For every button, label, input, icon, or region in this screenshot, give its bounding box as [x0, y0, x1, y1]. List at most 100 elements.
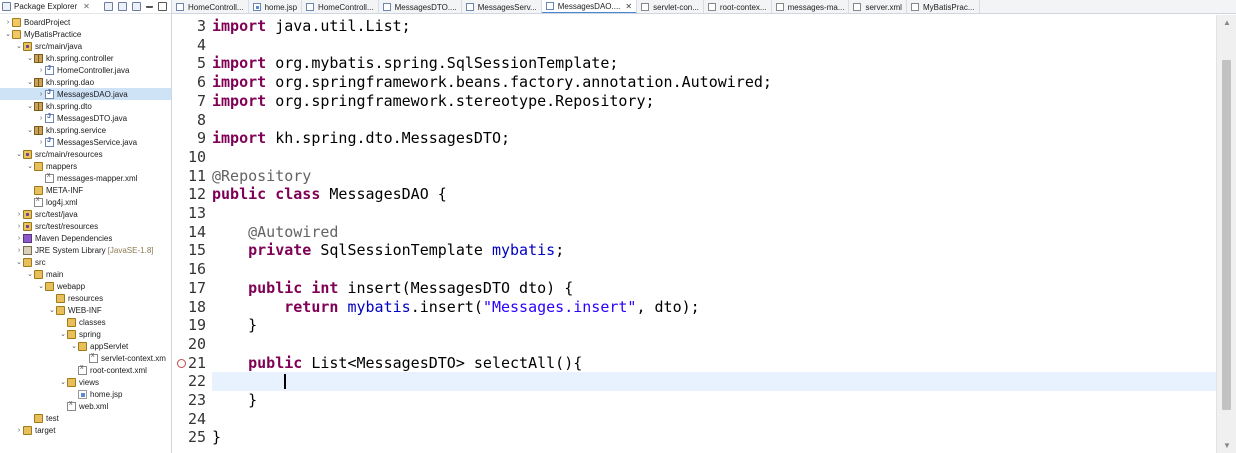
tree-item[interactable]: › MessagesDTO.java [0, 112, 171, 124]
expanded-arrow-icon[interactable]: ⌄ [59, 330, 67, 338]
code-line[interactable] [212, 260, 1216, 279]
code-line[interactable]: } [212, 391, 1216, 410]
code-line[interactable]: } [212, 316, 1216, 335]
minimize-icon[interactable] [146, 2, 153, 8]
link-with-editor-icon[interactable] [118, 2, 127, 11]
expanded-arrow-icon[interactable]: ⌄ [26, 54, 34, 62]
collapsed-arrow-icon[interactable]: › [4, 19, 12, 26]
expanded-arrow-icon[interactable]: ⌄ [70, 342, 78, 350]
tree-item[interactable]: ⌄ src/main/resources [0, 148, 171, 160]
collapsed-arrow-icon[interactable]: › [15, 235, 23, 242]
tree-item[interactable]: home.jsp [0, 388, 171, 400]
code-line[interactable]: import java.util.List; [212, 17, 1216, 36]
expanded-arrow-icon[interactable]: ⌄ [37, 282, 45, 290]
code-line[interactable]: import org.springframework.stereotype.Re… [212, 92, 1216, 111]
expanded-arrow-icon[interactable]: ⌄ [15, 42, 23, 50]
code-line[interactable]: public List<MessagesDTO> selectAll(){ [212, 354, 1216, 373]
code-area[interactable]: import java.util.List; import org.mybatis… [212, 15, 1216, 453]
code-line[interactable] [212, 335, 1216, 354]
package-explorer-title[interactable]: Package Explorer [14, 2, 77, 11]
collapsed-arrow-icon[interactable]: › [37, 67, 45, 74]
tree-item[interactable]: › src/test/java [0, 208, 171, 220]
tree-item[interactable]: log4j.xml [0, 196, 171, 208]
editor-tab[interactable]: MyBatisPrac... [907, 0, 980, 13]
tree-item[interactable]: web.xml [0, 400, 171, 412]
code-line[interactable]: public class MessagesDAO { [212, 185, 1216, 204]
code-editor[interactable]: 3 4 5 6 7 8 9 10 11 12 13 14 15 16 17 18 19 20 21 22 23 24 25 … [172, 15, 1216, 453]
code-line[interactable]: private SqlSessionTemplate mybatis; [212, 241, 1216, 260]
code-line[interactable]: @Autowired [212, 223, 1216, 242]
expanded-arrow-icon[interactable]: ⌄ [4, 30, 12, 38]
code-line[interactable] [212, 372, 1216, 391]
editor-tab[interactable]: HomeControll... [172, 0, 249, 13]
error-marker-icon[interactable] [177, 358, 186, 368]
editor-tab[interactable]: root-contex... [704, 0, 772, 13]
code-line[interactable] [212, 204, 1216, 223]
tree-item[interactable]: › HomeController.java [0, 64, 171, 76]
expanded-arrow-icon[interactable]: ⌄ [15, 258, 23, 266]
tree-item[interactable]: ⌄ src [0, 256, 171, 268]
tree-item[interactable]: ⌄ MyBatisPractice [0, 28, 171, 40]
expanded-arrow-icon[interactable]: ⌄ [48, 306, 56, 314]
code-line[interactable]: public int insert(MessagesDTO dto) { [212, 279, 1216, 298]
tree-item[interactable]: test [0, 412, 171, 424]
expanded-arrow-icon[interactable]: ⌄ [26, 102, 34, 110]
tree-item[interactable]: ⌄ kh.spring.controller [0, 52, 171, 64]
expanded-arrow-icon[interactable]: ⌄ [26, 78, 34, 86]
editor-tab[interactable]: servlet-con... [637, 0, 704, 13]
maximize-icon[interactable] [158, 2, 167, 11]
close-view-icon[interactable]: ✕ [83, 2, 90, 11]
tree-item[interactable]: ⌄ views [0, 376, 171, 388]
collapsed-arrow-icon[interactable]: › [37, 115, 45, 122]
editor-tab[interactable]: HomeControll... [302, 0, 379, 13]
code-line[interactable] [212, 36, 1216, 55]
tree-item[interactable]: › JRE System Library [JavaSE-1.8] [0, 244, 171, 256]
editor-tab[interactable]: MessagesServ... [462, 0, 542, 13]
editor-tab[interactable]: MessagesDAO.... ✕ [541, 0, 638, 13]
vertical-scrollbar[interactable]: ▲ ▼ [1216, 15, 1236, 453]
code-line[interactable]: import kh.spring.dto.MessagesDTO; [212, 129, 1216, 148]
tree-item[interactable]: root-context.xml [0, 364, 171, 376]
expanded-arrow-icon[interactable]: ⌄ [26, 270, 34, 278]
tree-item[interactable]: › MessagesDAO.java [0, 88, 171, 100]
editor-tab[interactable]: home.jsp [249, 0, 303, 13]
tree-item[interactable]: ⌄ appServlet [0, 340, 171, 352]
collapsed-arrow-icon[interactable]: › [15, 427, 23, 434]
editor-tab[interactable]: MessagesDTO.... [379, 0, 462, 13]
code-line[interactable]: @Repository [212, 167, 1216, 186]
tree-item[interactable]: ⌄ kh.spring.dao [0, 76, 171, 88]
scroll-down-icon[interactable]: ▼ [1223, 441, 1231, 450]
tree-item[interactable]: › MessagesService.java [0, 136, 171, 148]
code-line[interactable]: import org.springframework.beans.factory… [212, 73, 1216, 92]
tree-item[interactable]: › src/test/resources [0, 220, 171, 232]
tree-item[interactable]: messages-mapper.xml [0, 172, 171, 184]
scroll-up-icon[interactable]: ▲ [1223, 18, 1231, 27]
tree-item[interactable]: ⌄ WEB-INF [0, 304, 171, 316]
tree-item[interactable]: ⌄ kh.spring.dto [0, 100, 171, 112]
collapsed-arrow-icon[interactable]: › [15, 223, 23, 230]
code-line[interactable]: return mybatis.insert("Messages.insert",… [212, 298, 1216, 317]
tree-item[interactable]: › Maven Dependencies [0, 232, 171, 244]
tree-item[interactable]: classes [0, 316, 171, 328]
scrollbar-thumb[interactable] [1222, 60, 1231, 410]
tree-item[interactable]: ⌄ mappers [0, 160, 171, 172]
code-line[interactable]: import org.mybatis.spring.SqlSessionTemp… [212, 54, 1216, 73]
expanded-arrow-icon[interactable]: ⌄ [26, 126, 34, 134]
tree-item[interactable]: META-INF [0, 184, 171, 196]
expanded-arrow-icon[interactable]: ⌄ [26, 162, 34, 170]
code-line[interactable]: } [212, 428, 1216, 447]
collapse-all-icon[interactable] [104, 2, 113, 11]
tree-item[interactable]: › BoardProject [0, 16, 171, 28]
tree-item[interactable]: resources [0, 292, 171, 304]
collapsed-arrow-icon[interactable]: › [37, 139, 45, 146]
code-line[interactable] [212, 148, 1216, 167]
collapsed-arrow-icon[interactable]: › [15, 247, 23, 254]
tree-item[interactable]: › target [0, 424, 171, 436]
expanded-arrow-icon[interactable]: ⌄ [15, 150, 23, 158]
editor-tab[interactable]: messages-ma... [772, 0, 850, 13]
tree-item[interactable]: servlet-context.xm [0, 352, 171, 364]
tree-item[interactable]: ⌄ webapp [0, 280, 171, 292]
close-tab-icon[interactable]: ✕ [625, 2, 632, 11]
collapsed-arrow-icon[interactable]: › [37, 91, 45, 98]
editor-tab[interactable]: server.xml [849, 0, 907, 13]
